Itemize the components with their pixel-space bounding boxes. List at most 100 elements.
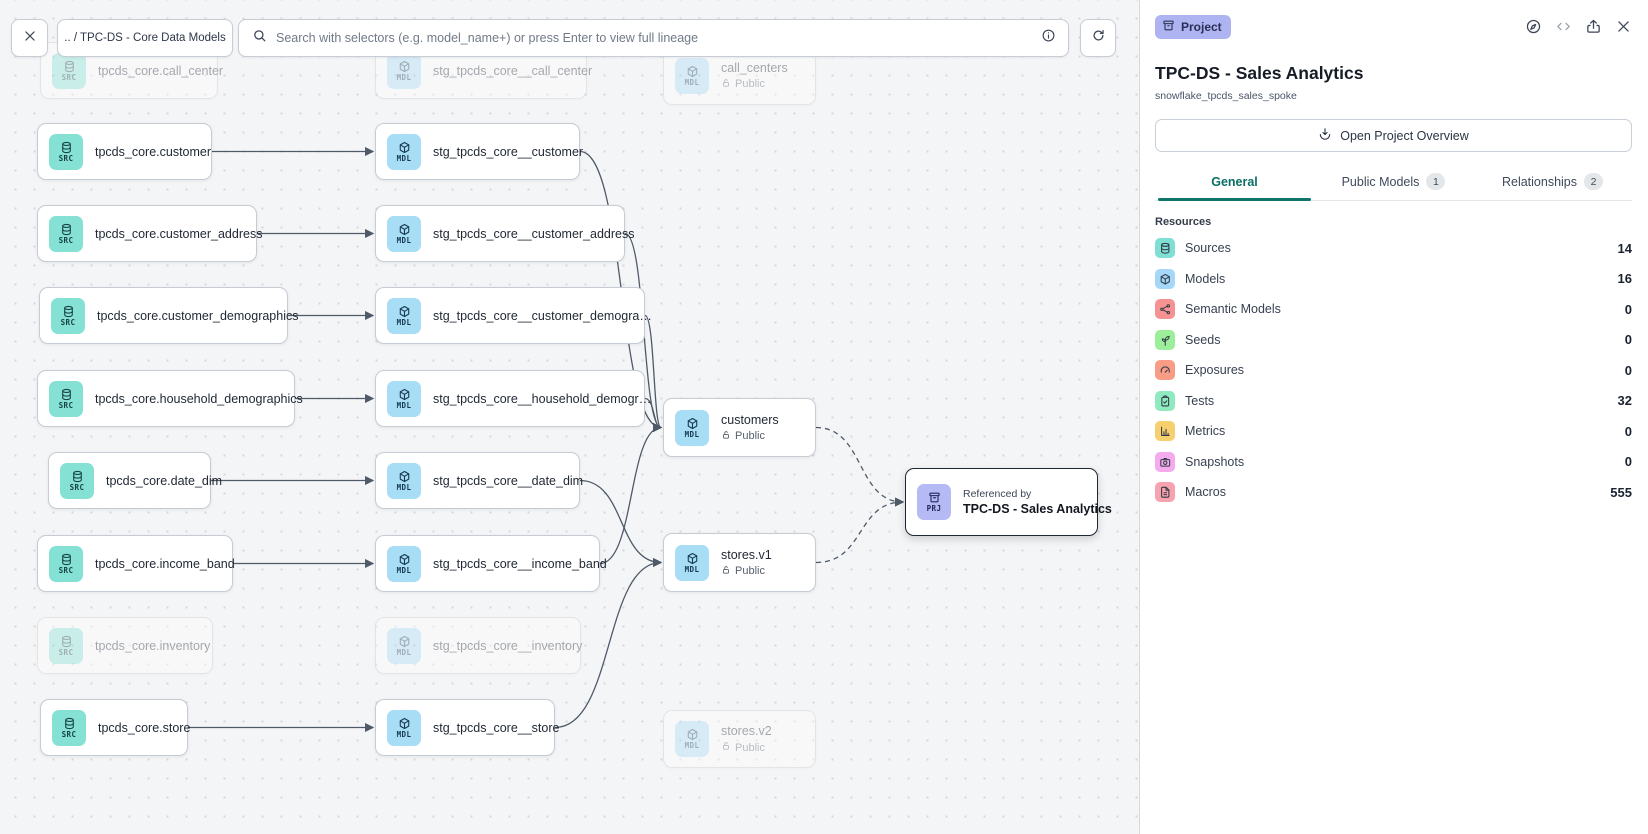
refresh-button[interactable]: [1080, 19, 1116, 57]
info-icon[interactable]: [1041, 28, 1056, 48]
database-badge-icon: SRC: [52, 710, 86, 746]
node-stg-tpcds-core-customer[interactable]: MDL stg_tpcds_core__customer: [375, 123, 580, 180]
cube-badge-icon: MDL: [675, 58, 709, 94]
node-access-label: Public: [735, 430, 765, 442]
node-tpcds-core-household-demographics[interactable]: SRCtpcds_core.household_demographics: [37, 370, 295, 427]
lineage-edge: [600, 428, 661, 564]
node-access-label: Public: [735, 742, 765, 754]
tab-label: General: [1211, 175, 1258, 189]
node-label: call_centers: [721, 61, 788, 75]
node-label: stg_tpcds_core__store: [433, 721, 559, 735]
cube-badge-icon: MDL: [387, 546, 421, 582]
node-label: stg_tpcds_core__call_center: [433, 64, 592, 78]
node-label: tpcds_core.call_center: [98, 64, 223, 78]
tab-relationships[interactable]: Relationships 2: [1473, 166, 1632, 200]
node-label: tpcds_core.customer_demographics: [97, 309, 299, 323]
node-stg-tpcds-core-inventory[interactable]: MDLstg_tpcds_core__inventory: [375, 617, 581, 674]
node-stg-tpcds-core-customer-address[interactable]: MDLstg_tpcds_core__customer_address: [375, 205, 625, 262]
barchart-icon: [1155, 421, 1175, 441]
node-stg-tpcds-core-store[interactable]: MDLstg_tpcds_core__store: [375, 699, 555, 756]
cube-badge-icon: MDL: [387, 53, 421, 89]
resource-row-semantic-models: Semantic Models0: [1155, 294, 1632, 325]
node-tpcds-core-income-band[interactable]: SRCtpcds_core.income_band: [37, 535, 233, 592]
node-customers[interactable]: MDLcustomersPublic: [663, 398, 816, 457]
node-tpc-ds-sales-analytics[interactable]: PRJReferenced byTPC-DS - Sales Analytics: [905, 468, 1098, 536]
resource-count: 0: [1625, 454, 1632, 469]
resource-label: Macros: [1185, 485, 1600, 499]
resource-count: 14: [1618, 241, 1632, 256]
resource-row-models: Models16: [1155, 264, 1632, 295]
cube-badge-icon: MDL: [387, 381, 421, 417]
tab-public-models[interactable]: Public Models1: [1314, 166, 1473, 200]
resource-label: Models: [1185, 272, 1608, 286]
graph-icon: [1155, 299, 1175, 319]
gauge-icon: [1155, 360, 1175, 380]
node-tpcds-core-customer-demographics[interactable]: SRCtpcds_core.customer_demographics: [39, 287, 288, 344]
resources-heading: Resources: [1155, 216, 1632, 228]
resource-label: Exposures: [1185, 363, 1615, 377]
cube-badge-icon: MDL: [387, 710, 421, 746]
tab-count-badge: 2: [1584, 173, 1603, 190]
resource-label: Sources: [1185, 241, 1608, 255]
panel-title: TPC-DS - Sales Analytics: [1155, 63, 1632, 84]
lock-open-icon: [721, 78, 731, 91]
clipboard-icon: [1155, 391, 1175, 411]
node-stores-v2[interactable]: MDLstores.v2Public: [663, 710, 816, 768]
node-pretitle: Referenced by: [963, 488, 1112, 500]
resource-count: 0: [1625, 302, 1632, 317]
code-button[interactable]: [1555, 18, 1572, 35]
search-input[interactable]: [276, 31, 1032, 45]
cube-badge-icon: MDL: [675, 721, 709, 757]
breadcrumb[interactable]: .. / TPC-DS - Core Data Models: [57, 19, 233, 57]
camera-icon: [1155, 452, 1175, 472]
database-badge-icon: SRC: [49, 546, 83, 582]
node-stg-tpcds-core-income-band[interactable]: MDLstg_tpcds_core__income_band: [375, 535, 600, 592]
node-label: TPC-DS - Sales Analytics: [963, 502, 1112, 516]
overview-button-label: Open Project Overview: [1340, 129, 1469, 143]
resource-count: 0: [1625, 424, 1632, 439]
breadcrumb-label: .. / TPC-DS - Core Data Models: [64, 32, 225, 44]
share-button[interactable]: [1585, 18, 1602, 35]
lock-open-icon: [721, 565, 731, 578]
tab-label: Public Models: [1342, 175, 1420, 189]
node-label: stg_tpcds_core__customer: [433, 145, 583, 159]
resources-list: Sources14Models16Semantic Models0Seeds0E…: [1155, 233, 1632, 508]
node-stg-tpcds-core-household-demogr[interactable]: MDLstg_tpcds_core__household_demogr…: [375, 370, 645, 427]
database-badge-icon: SRC: [60, 463, 94, 499]
recenter-button[interactable]: [1525, 18, 1542, 35]
node-label: customers: [721, 413, 779, 427]
resource-count: 0: [1625, 332, 1632, 347]
lineage-canvas[interactable]: SRCtpcds_core.call_centerMDLstg_tpcds_co…: [0, 0, 1139, 834]
lock-open-icon: [721, 430, 731, 443]
node-label: stg_tpcds_core__inventory: [433, 639, 582, 653]
node-tpcds-core-customer[interactable]: SRCtpcds_core.customer: [37, 123, 212, 180]
node-tpcds-core-inventory[interactable]: SRCtpcds_core.inventory: [37, 617, 213, 674]
close-panel-button[interactable]: [1615, 18, 1632, 35]
node-stg-tpcds-core-customer-demogra[interactable]: MDLstg_tpcds_core__customer_demogra…: [375, 287, 645, 344]
refresh-icon: [1091, 28, 1106, 48]
archive-badge-icon: PRJ: [917, 484, 951, 520]
document-icon: [1155, 482, 1175, 502]
node-stores-v1[interactable]: MDLstores.v1Public: [663, 533, 816, 592]
open-project-overview-button[interactable]: Open Project Overview: [1155, 119, 1632, 152]
resource-count: 0: [1625, 363, 1632, 378]
cube-badge-icon: MDL: [387, 298, 421, 334]
close-lineage-button[interactable]: [11, 19, 48, 57]
node-tpcds-core-date-dim[interactable]: SRCtpcds_core.date_dim: [48, 452, 211, 509]
search-icon: [252, 28, 267, 48]
resource-count: 32: [1618, 393, 1632, 408]
tab-label: Relationships: [1502, 175, 1577, 189]
node-tpcds-core-customer-address[interactable]: SRCtpcds_core.customer_address: [37, 205, 257, 262]
node-label: tpcds_core.date_dim: [106, 474, 222, 488]
details-panel: Project TPC-DS - Sales Analytics snowfla…: [1139, 0, 1648, 834]
node-tpcds-core-store[interactable]: SRCtpcds_core.store: [40, 699, 188, 756]
panel-subtitle: snowflake_tpcds_sales_spoke: [1155, 90, 1632, 102]
node-stg-tpcds-core-date-dim[interactable]: MDLstg_tpcds_core__date_dim: [375, 452, 580, 509]
tab-general[interactable]: General: [1155, 166, 1314, 200]
node-label: stg_tpcds_core__date_dim: [433, 474, 583, 488]
resource-row-metrics: Metrics0: [1155, 416, 1632, 447]
resource-row-exposures: Exposures 0: [1155, 355, 1632, 386]
node-label: tpcds_core.household_demographics: [95, 392, 303, 406]
database-badge-icon: SRC: [49, 628, 83, 664]
cube-badge-icon: MDL: [387, 134, 421, 170]
